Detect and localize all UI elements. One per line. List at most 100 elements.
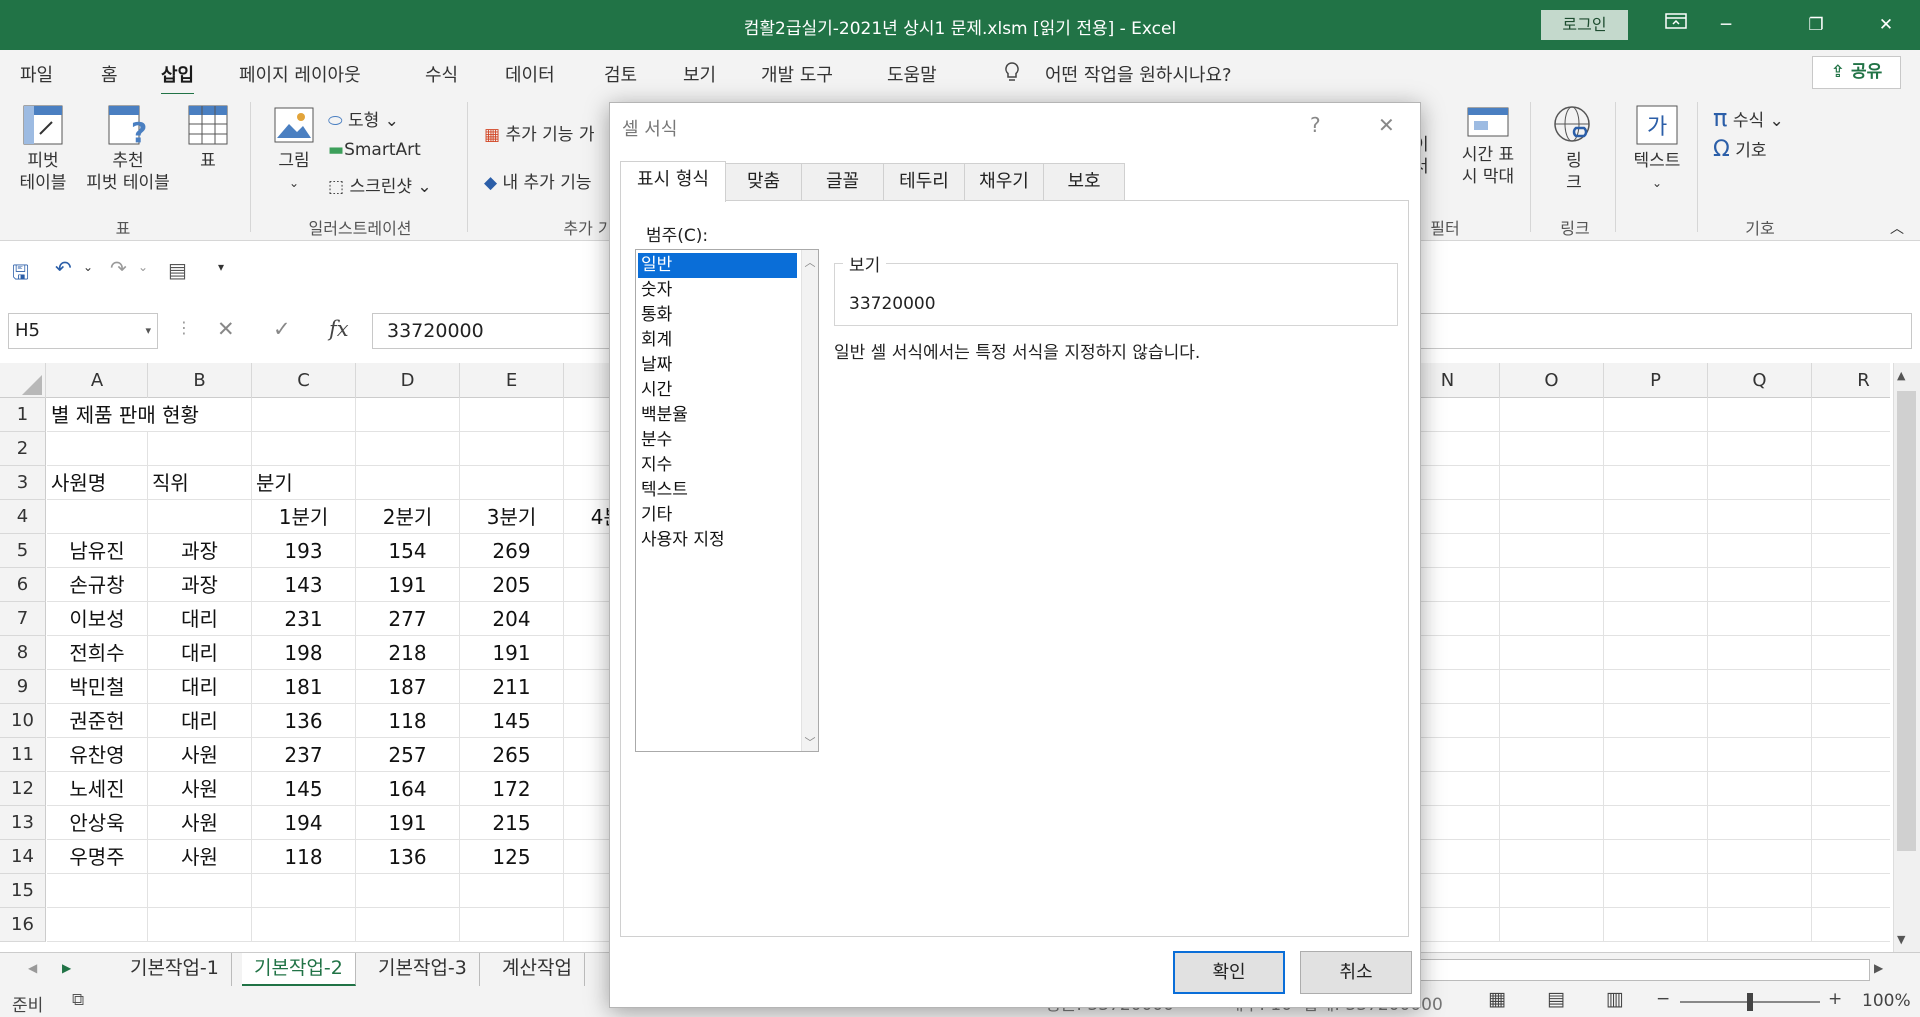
normal-view-icon[interactable]: ▦ xyxy=(1488,988,1506,1010)
zoom-in-icon[interactable]: + xyxy=(1828,989,1842,1009)
cell-C8[interactable]: 198 xyxy=(252,636,356,670)
cell-E13[interactable]: 215 xyxy=(460,806,564,840)
cell-R11[interactable] xyxy=(1812,738,1890,772)
enter-formula-icon[interactable]: ✓ xyxy=(273,317,291,341)
collapse-ribbon-icon[interactable]: ︿ xyxy=(1890,218,1904,238)
cell-D10[interactable]: 118 xyxy=(356,704,460,738)
cell-D8[interactable]: 218 xyxy=(356,636,460,670)
cell-P6[interactable] xyxy=(1604,568,1708,602)
ok-button[interactable]: 확인 xyxy=(1173,951,1285,994)
name-box[interactable]: H5 ▾ xyxy=(8,313,158,349)
tab-font[interactable]: 글꼴 xyxy=(801,163,884,201)
sheet-tab-4[interactable]: 계산작업 xyxy=(490,953,585,986)
tab-help[interactable]: 도움말 xyxy=(887,61,937,87)
cell-P3[interactable] xyxy=(1604,466,1708,500)
cell-Q15[interactable] xyxy=(1708,874,1812,908)
minimize-icon[interactable]: ─ xyxy=(1711,10,1741,40)
cell-B5[interactable]: 과장 xyxy=(148,534,252,568)
cell-B6[interactable]: 과장 xyxy=(148,568,252,602)
cell-C16[interactable] xyxy=(252,908,356,942)
cell-D6[interactable]: 191 xyxy=(356,568,460,602)
cell-P10[interactable] xyxy=(1604,704,1708,738)
dialog-close-icon[interactable]: ✕ xyxy=(1378,113,1395,137)
cell-E7[interactable]: 204 xyxy=(460,602,564,636)
cancel-formula-icon[interactable]: ✕ xyxy=(217,317,235,341)
cell-P7[interactable] xyxy=(1604,602,1708,636)
tab-fill[interactable]: 채우기 xyxy=(964,163,1044,201)
category-scroll-up-icon[interactable]: ︿ xyxy=(802,254,818,270)
row-header[interactable]: 8 xyxy=(0,636,46,670)
cell-R12[interactable] xyxy=(1812,772,1890,806)
login-button[interactable]: 로그인 xyxy=(1541,10,1628,40)
cell-C6[interactable]: 143 xyxy=(252,568,356,602)
category-scrollbar[interactable]: ︿ ﹀ xyxy=(801,250,818,751)
cell-E8[interactable]: 191 xyxy=(460,636,564,670)
cell-P2[interactable] xyxy=(1604,432,1708,466)
cell-A11[interactable]: 유찬영 xyxy=(47,738,148,772)
text-button[interactable]: 가 텍스트 ⌄ xyxy=(1626,104,1688,194)
cell-A8[interactable]: 전희수 xyxy=(47,636,148,670)
cell-E14[interactable]: 125 xyxy=(460,840,564,874)
cell-Q8[interactable] xyxy=(1708,636,1812,670)
row-header[interactable]: 7 xyxy=(0,602,46,636)
cell-E3[interactable] xyxy=(460,466,564,500)
cell-E1[interactable] xyxy=(460,398,564,432)
category-item[interactable]: 일반 xyxy=(638,253,797,278)
cell-P15[interactable] xyxy=(1604,874,1708,908)
cell-A15[interactable] xyxy=(47,874,148,908)
get-addins-button[interactable]: ▦ 추가 기능 가 xyxy=(484,120,594,145)
cell-P5[interactable] xyxy=(1604,534,1708,568)
row-header[interactable]: 13 xyxy=(0,806,46,840)
name-box-dropdown-icon[interactable]: ▾ xyxy=(145,314,151,348)
cell-E9[interactable]: 211 xyxy=(460,670,564,704)
cell-Q11[interactable] xyxy=(1708,738,1812,772)
cell-R5[interactable] xyxy=(1812,534,1890,568)
cell-R16[interactable] xyxy=(1812,908,1890,942)
category-item[interactable]: 숫자 xyxy=(638,278,797,303)
category-item[interactable]: 통화 xyxy=(638,303,797,328)
row-header[interactable]: 11 xyxy=(0,738,46,772)
cell-R15[interactable] xyxy=(1812,874,1890,908)
pivot-table-button[interactable]: 피벗 테이블 xyxy=(14,104,72,194)
macro-record-icon[interactable]: ⧉ xyxy=(72,990,84,1010)
picture-button[interactable]: 그림 ⌄ xyxy=(270,104,318,194)
cell-O15[interactable] xyxy=(1500,874,1604,908)
cell-D11[interactable]: 257 xyxy=(356,738,460,772)
category-scroll-down-icon[interactable]: ﹀ xyxy=(802,734,818,750)
cell-O1[interactable] xyxy=(1500,398,1604,432)
category-item[interactable]: 기타 xyxy=(638,503,797,528)
cell-B3[interactable]: 직위 xyxy=(148,466,252,500)
tab-page-layout[interactable]: 페이지 레이아웃 xyxy=(239,61,361,87)
tab-home[interactable]: 홈 xyxy=(101,61,118,87)
tab-number[interactable]: 표시 형식 xyxy=(620,161,726,202)
vertical-scrollbar[interactable]: ▲ ▼ xyxy=(1893,363,1920,953)
cell-D4[interactable]: 2분기 xyxy=(356,500,460,534)
help-icon[interactable]: ? xyxy=(1310,113,1321,137)
close-icon[interactable]: ✕ xyxy=(1871,10,1901,40)
cell-A10[interactable]: 권준헌 xyxy=(47,704,148,738)
cell-C4[interactable]: 1분기 xyxy=(252,500,356,534)
cell-B12[interactable]: 사원 xyxy=(148,772,252,806)
select-all-corner[interactable] xyxy=(0,363,46,398)
cell-B4[interactable] xyxy=(148,500,252,534)
scroll-down-icon[interactable]: ▼ xyxy=(1897,933,1905,946)
cell-P12[interactable] xyxy=(1604,772,1708,806)
cell-O9[interactable] xyxy=(1500,670,1604,704)
tab-border[interactable]: 테두리 xyxy=(883,163,965,201)
undo-dropdown-icon[interactable]: ⌄ xyxy=(83,260,93,274)
cell-P9[interactable] xyxy=(1604,670,1708,704)
tab-file[interactable]: 파일 xyxy=(20,61,53,87)
insert-function-icon[interactable]: fx xyxy=(329,317,349,341)
cell-R10[interactable] xyxy=(1812,704,1890,738)
cell-B13[interactable]: 사원 xyxy=(148,806,252,840)
cell-R3[interactable] xyxy=(1812,466,1890,500)
cell-P14[interactable] xyxy=(1604,840,1708,874)
cell-P13[interactable] xyxy=(1604,806,1708,840)
cell-D16[interactable] xyxy=(356,908,460,942)
timeline-button[interactable]: 시간 표 시 막대 xyxy=(1448,104,1528,188)
row-header[interactable]: 12 xyxy=(0,772,46,806)
row-header[interactable]: 9 xyxy=(0,670,46,704)
cell-E12[interactable]: 172 xyxy=(460,772,564,806)
category-item[interactable]: 시간 xyxy=(638,378,797,403)
column-header-Q[interactable]: Q xyxy=(1708,363,1812,398)
